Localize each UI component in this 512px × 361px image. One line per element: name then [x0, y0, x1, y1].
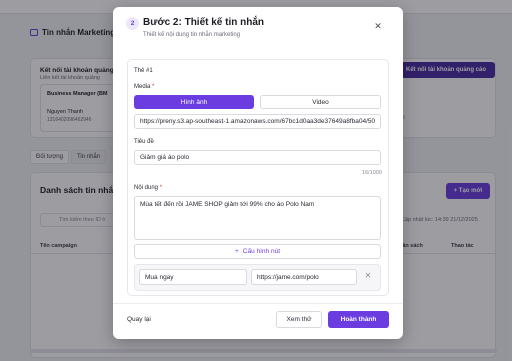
title-input[interactable]: Giảm giá áo polo: [134, 150, 381, 165]
remove-icon[interactable]: ✕: [363, 270, 373, 282]
title-label: Tiêu đề: [134, 139, 154, 145]
cta-text-input[interactable]: Mua ngay: [139, 269, 247, 285]
modal-subtitle: Thiết kế nội dung tin nhắn marketing: [143, 32, 241, 38]
media-tab-image[interactable]: Hình ảnh: [134, 95, 254, 109]
preview-button[interactable]: Xem thử: [276, 311, 322, 328]
content-label: Nội dung *: [134, 185, 163, 191]
close-icon[interactable]: ✕: [373, 21, 383, 31]
cta-url-input[interactable]: https://jame.com/polo: [251, 269, 357, 285]
back-button[interactable]: Quay lại: [127, 312, 151, 326]
step-number-badge: 2: [126, 17, 139, 30]
finish-button[interactable]: Hoàn thành: [328, 311, 389, 328]
media-label: Media *: [134, 84, 155, 90]
footer-divider: [113, 303, 403, 304]
required-mark: *: [159, 185, 163, 191]
plus-icon: +: [234, 248, 239, 255]
configure-button-button[interactable]: + Cấu hình nút: [134, 244, 381, 259]
configure-button-label: Cấu hình nút: [242, 248, 281, 255]
card-label: Thẻ #1: [134, 68, 153, 74]
media-tab-video[interactable]: Video: [260, 95, 381, 109]
required-mark: *: [152, 84, 155, 90]
title-char-counter: 16/1000: [362, 170, 382, 176]
modal-title: Bước 2: Thiết kế tin nhắn: [143, 17, 265, 28]
media-url-input[interactable]: https://preny.s3.ap-southeast-1.amazonaw…: [134, 114, 381, 129]
content-textarea[interactable]: Mùa tết đến rồi JAME SHOP giảm tới 99% c…: [134, 196, 381, 240]
